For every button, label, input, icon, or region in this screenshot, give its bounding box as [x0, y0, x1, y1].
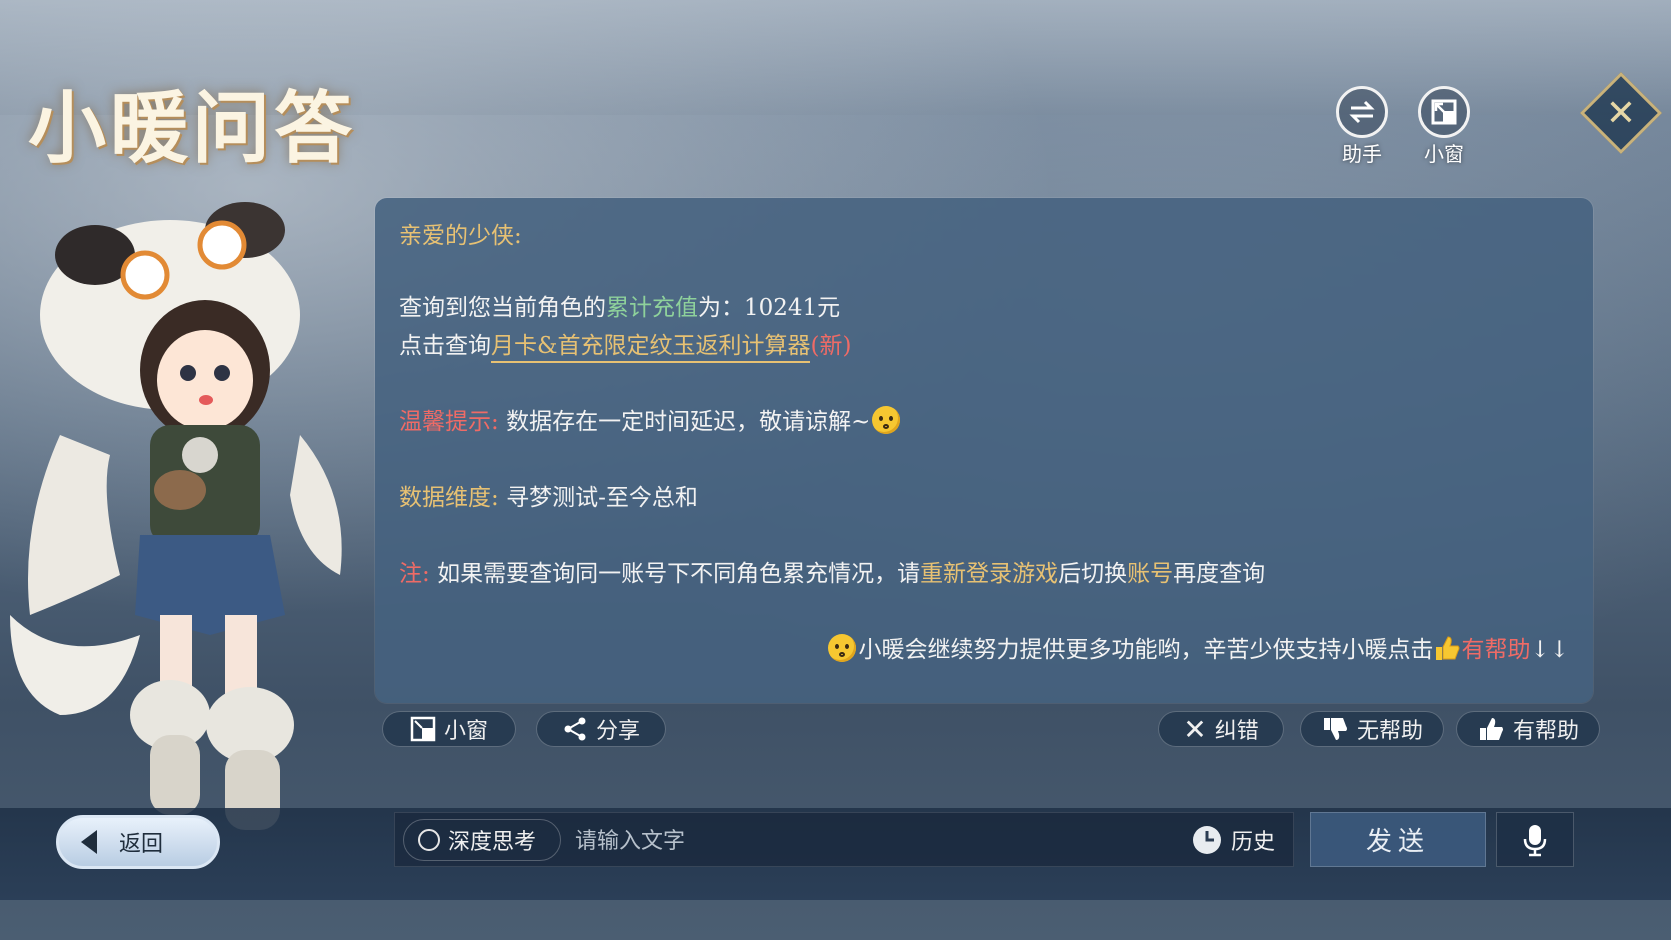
recharge-amount: 为：10241元 — [698, 295, 841, 321]
history-button[interactable]: 历史 — [1191, 819, 1275, 861]
swap-icon — [1336, 86, 1388, 138]
back-arrow-icon — [81, 830, 97, 854]
thumbs-up-icon — [1479, 718, 1503, 740]
character-illustration — [10, 202, 342, 830]
app-title: 小暖问答 — [28, 83, 357, 174]
correct-button[interactable]: ✕ 纠错 — [1158, 711, 1284, 747]
close-icon: ✕ — [1605, 92, 1637, 134]
mini-window-top-label: 小窗 — [1424, 142, 1464, 166]
surprised-emoji-icon — [828, 634, 857, 662]
dimension-text: 寻梦测试-至今总和 — [506, 485, 698, 511]
share-icon — [564, 717, 586, 741]
mini-window-button[interactable]: 小窗 — [382, 711, 516, 747]
recharge-highlight: 累计充值 — [606, 295, 698, 321]
click-prefix: 点击查询 — [399, 333, 491, 359]
footer-arrows: ↓↓ — [1530, 637, 1569, 663]
assistant-label: 助手 — [1342, 142, 1382, 166]
share-label: 分享 — [595, 719, 640, 744]
note-line: 注: 如果需要查询同一账号下不同角色累充情况，请重新登录游戏后切换账号再度查询 — [399, 554, 1265, 588]
mini-window-icon — [1418, 86, 1470, 138]
not-helpful-label: 无帮助 — [1356, 719, 1423, 744]
relogin-link[interactable]: 重新登录游戏 — [920, 561, 1058, 587]
back-label: 返回 — [119, 832, 164, 857]
recharge-prefix: 查询到您当前角色的 — [399, 295, 606, 321]
note-text-3: 再度查询 — [1173, 561, 1266, 587]
footer-helpful: 有帮助 — [1461, 637, 1531, 663]
mini-window-label: 小窗 — [443, 719, 488, 744]
tip-text: 数据存在一定时间延迟，敬请谅解~ — [506, 409, 871, 435]
footer-text: 小暖会继续努力提供更多功能哟，辛苦少侠支持小暖点击 — [858, 637, 1434, 663]
thumbs-down-icon — [1323, 718, 1347, 740]
back-button[interactable]: 返回 — [56, 815, 220, 869]
input-bar: 深度思考 历史 — [394, 812, 1294, 867]
footer-line: 小暖会继续努力提供更多功能哟，辛苦少侠支持小暖点击 有帮助↓↓ — [826, 630, 1569, 664]
assistant-button[interactable]: 助手 — [1329, 86, 1395, 167]
not-helpful-button[interactable]: 无帮助 — [1300, 711, 1444, 747]
microphone-button[interactable] — [1496, 812, 1574, 867]
radio-icon — [418, 829, 440, 851]
thumbs-up-emoji-icon — [1436, 636, 1460, 660]
microphone-icon — [1523, 824, 1547, 856]
history-label: 历史 — [1231, 830, 1276, 855]
dimension-label: 数据维度: — [399, 485, 499, 511]
share-button[interactable]: 分享 — [536, 711, 666, 747]
message-input[interactable] — [573, 819, 1077, 863]
greeting: 亲爱的少侠: — [399, 223, 522, 249]
dimension-line: 数据维度: 寻梦测试-至今总和 — [399, 478, 698, 512]
note-text-2: 后切换 — [1058, 561, 1128, 587]
tip-label: 温馨提示: — [399, 409, 499, 435]
calculator-link[interactable]: 月卡&首充限定纹玉返利计算器 — [491, 333, 811, 363]
send-button[interactable]: 发送 — [1310, 812, 1486, 867]
account-link[interactable]: 账号 — [1127, 561, 1173, 587]
recharge-line: 查询到您当前角色的累计充值为：10241元 — [399, 288, 840, 322]
helpful-label: 有帮助 — [1512, 719, 1579, 744]
answer-card: 亲爱的少侠: 查询到您当前角色的累计充值为：10241元 点击查询月卡&首充限定… — [375, 198, 1593, 703]
mini-window-top-button[interactable]: 小窗 — [1411, 86, 1477, 167]
deep-think-toggle[interactable]: 深度思考 — [403, 819, 561, 861]
helpful-button[interactable]: 有帮助 — [1456, 711, 1600, 747]
calculator-line: 点击查询月卡&首充限定纹玉返利计算器(新) — [399, 326, 852, 363]
correct-label: 纠错 — [1214, 719, 1259, 744]
note-text-1: 如果需要查询同一账号下不同角色累充情况，请 — [437, 561, 921, 587]
note-label: 注: — [399, 561, 430, 587]
deep-think-label: 深度思考 — [448, 830, 537, 855]
clock-icon — [1193, 826, 1221, 854]
new-tag: (新) — [810, 333, 852, 359]
cross-icon: ✕ — [1183, 712, 1207, 746]
surprised-emoji-icon — [872, 406, 901, 434]
mini-window-icon — [410, 716, 436, 742]
tip-line: 温馨提示: 数据存在一定时间延迟，敬请谅解~ — [399, 402, 902, 436]
